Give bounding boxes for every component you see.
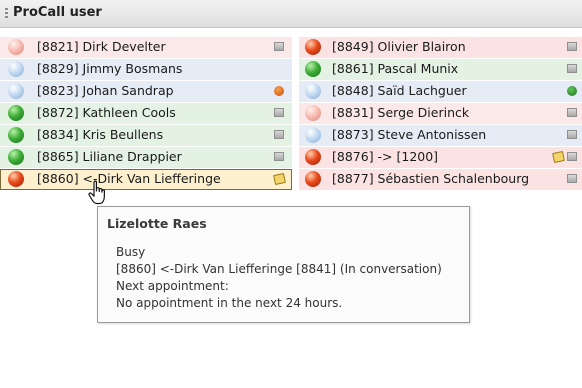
contact-row[interactable]: [8821] Dirk Develter xyxy=(0,37,292,58)
presence-offline-icon xyxy=(305,83,321,99)
orange-tag-icon[interactable] xyxy=(274,86,284,96)
tooltip-status-text: Busy xyxy=(116,245,146,259)
contact-card-icon[interactable] xyxy=(274,108,284,117)
presence-offline-icon xyxy=(305,127,321,143)
contact-row[interactable]: [8865] Liliane Drappier xyxy=(0,147,292,168)
contact-label: [8849] Olivier Blairon xyxy=(332,39,466,54)
contact-column-left: [8821] Dirk Develter [8829] Jimmy Bosman… xyxy=(0,37,292,191)
contact-row[interactable]: [8829] Jimmy Bosmans xyxy=(0,59,292,80)
presence-available-icon xyxy=(8,105,24,121)
contact-label: [8873] Steve Antonissen xyxy=(332,127,487,142)
contact-label: [8865] Liliane Drappier xyxy=(37,149,182,164)
contact-card-icon[interactable] xyxy=(567,108,577,117)
contact-card-icon[interactable] xyxy=(567,152,577,161)
contact-row[interactable]: [8831] Serge Dierinck xyxy=(299,103,582,124)
contact-row[interactable]: [8849] Olivier Blairon xyxy=(299,37,582,58)
contact-label: [8876] -> [1200] xyxy=(332,149,439,164)
presence-away-icon xyxy=(305,105,321,121)
contact-card-icon[interactable] xyxy=(567,174,577,183)
presence-offline-icon xyxy=(8,83,24,99)
contact-label: [8848] Saïd Lachguer xyxy=(332,83,467,98)
presence-busy-icon xyxy=(305,149,321,165)
note-icon[interactable] xyxy=(552,150,565,164)
presence-busy-icon xyxy=(8,171,24,187)
tooltip-call-info: [8860] <-Dirk Van Liefferinge [8841] (In… xyxy=(116,262,442,276)
contact-tooltip: Lizelotte Raes Busy [8860] <-Dirk Van Li… xyxy=(97,206,470,323)
presence-available-icon xyxy=(8,127,24,143)
note-icon[interactable] xyxy=(273,172,286,186)
presence-busy-icon xyxy=(305,171,321,187)
presence-available-icon xyxy=(305,61,321,77)
drag-grip-icon[interactable] xyxy=(5,8,8,20)
contact-row-selected[interactable]: [8860] <-Dirk Van Liefferinge xyxy=(0,169,292,190)
contact-card-icon[interactable] xyxy=(567,64,577,73)
panel-header: ProCall user xyxy=(0,0,582,28)
presence-available-icon xyxy=(8,149,24,165)
hand-cursor-icon xyxy=(88,180,105,205)
contact-label: [8821] Dirk Develter xyxy=(37,39,166,54)
contact-row[interactable]: [8834] Kris Beullens xyxy=(0,125,292,146)
contact-label: [8861] Pascal Munix xyxy=(332,61,459,76)
tooltip-contact-name: Lizelotte Raes xyxy=(107,216,207,231)
green-tag-icon[interactable] xyxy=(567,86,577,96)
contact-label: [8823] Johan Sandrap xyxy=(37,83,174,98)
contact-card-icon[interactable] xyxy=(567,130,577,139)
contact-card-icon[interactable] xyxy=(567,42,577,51)
contact-row[interactable]: [8823] Johan Sandrap xyxy=(0,81,292,102)
contact-card-icon[interactable] xyxy=(274,152,284,161)
contact-row[interactable]: [8848] Saïd Lachguer xyxy=(299,81,582,102)
panel-title: ProCall user xyxy=(13,5,102,20)
contact-row[interactable]: [8861] Pascal Munix xyxy=(299,59,582,80)
contact-row[interactable]: [8873] Steve Antonissen xyxy=(299,125,582,146)
contact-label: [8872] Kathleen Cools xyxy=(37,105,176,120)
contact-label: [8831] Serge Dierinck xyxy=(332,105,470,120)
contact-label: [8834] Kris Beullens xyxy=(37,127,164,142)
contact-row[interactable]: [8876] -> [1200] xyxy=(299,147,582,168)
tooltip-appointment-label: Next appointment: xyxy=(116,279,229,293)
presence-offline-icon xyxy=(8,61,24,77)
contact-label: [8829] Jimmy Bosmans xyxy=(37,61,183,76)
contact-row[interactable]: [8877] Sébastien Schalenbourg xyxy=(299,169,582,190)
tooltip-appointment-value: No appointment in the next 24 hours. xyxy=(116,296,343,310)
contact-row[interactable]: [8872] Kathleen Cools xyxy=(0,103,292,124)
presence-busy-icon xyxy=(305,39,321,55)
contact-label: [8860] <-Dirk Van Liefferinge xyxy=(37,171,221,186)
contact-card-icon[interactable] xyxy=(274,130,284,139)
contact-column-right: [8849] Olivier Blairon [8861] Pascal Mun… xyxy=(299,37,582,191)
contact-label: [8877] Sébastien Schalenbourg xyxy=(332,171,530,186)
presence-away-icon xyxy=(8,39,24,55)
contact-card-icon[interactable] xyxy=(274,42,284,51)
